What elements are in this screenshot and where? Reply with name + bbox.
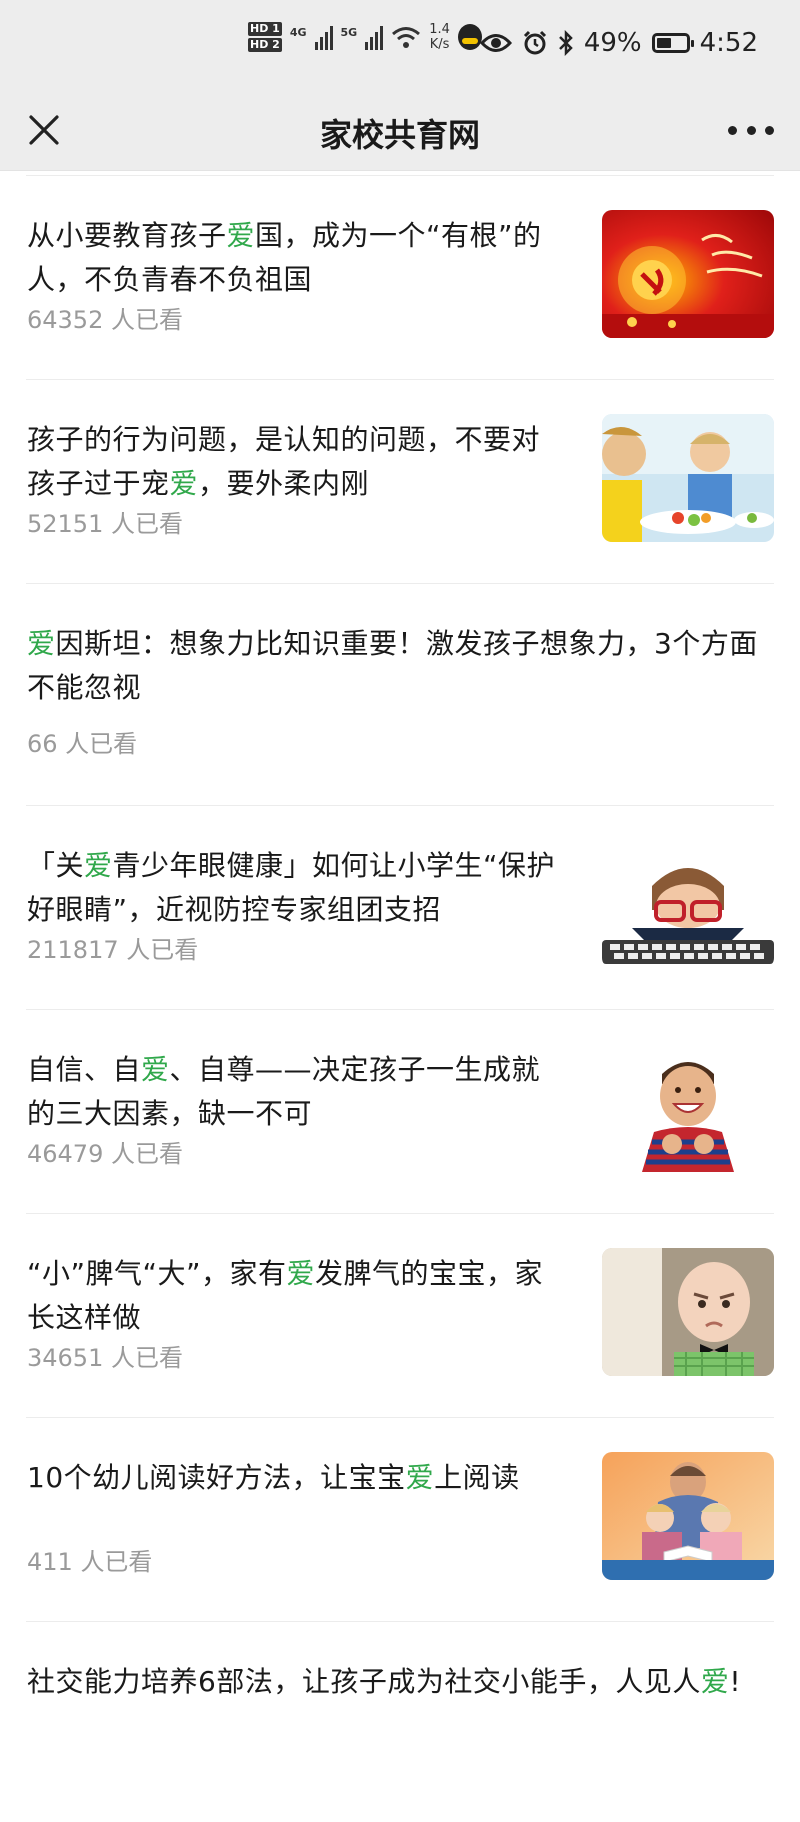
article-item[interactable]: 「关爱青少年眼健康」如何让小学生“保护好眼睛”，近视防控专家组团支招 21181…: [26, 806, 774, 1010]
battery-percent: 49%: [583, 28, 642, 58]
article-item[interactable]: 从小要教育孩子爱国，成为一个“有根”的人，不负青春不负祖国 64352 人已看: [26, 176, 774, 380]
status-left: HD 1 HD 2 4G 5G 1.4 K/s: [248, 22, 482, 52]
status-right: 49% 4:52: [479, 28, 758, 58]
keyword-highlight: 爱: [27, 627, 56, 660]
article-item[interactable]: 自信、自爱、自尊——决定孩子一生成就的三大因素，缺一不可 46479 人已看: [26, 1010, 774, 1214]
article-title: 自信、自爱、自尊——决定孩子一生成就的三大因素，缺一不可: [27, 1053, 541, 1130]
article-title: 「关爱青少年眼健康」如何让小学生“保护好眼睛”，近视防控专家组团支招: [27, 849, 556, 926]
article-title: 从小要教育孩子爱国，成为一个“有根”的人，不负青春不负祖国: [27, 219, 542, 296]
keyword-highlight: 爱: [141, 1053, 170, 1086]
article-item[interactable]: 10个幼儿阅读好方法，让宝宝爱上阅读 411 人已看: [26, 1418, 774, 1622]
wifi-icon: [392, 27, 421, 48]
bluetooth-icon: [558, 30, 573, 56]
network-speed: 1.4 K/s: [429, 22, 450, 52]
thumbnail-smiling-boy: [602, 1044, 774, 1172]
status-bar: HD 1 HD 2 4G 5G 1.4 K/s 49% 4:52: [0, 0, 800, 90]
hd2-badge: HD 2: [248, 38, 282, 52]
view-count: 46479 人已看: [27, 1140, 183, 1168]
keyword-highlight: 爱: [226, 219, 256, 252]
view-count: 64352 人已看: [27, 306, 183, 334]
network-type-1: 4G: [289, 26, 307, 39]
signal-1-icon: [314, 24, 333, 50]
article-title: 10个幼儿阅读好方法，让宝宝爱上阅读: [27, 1461, 520, 1494]
view-count: 211817 人已看: [27, 936, 199, 964]
status-time: 4:52: [699, 28, 758, 58]
more-options-icon[interactable]: [728, 118, 774, 142]
qq-penguin-icon: [457, 24, 482, 50]
thumbnail-father-reading: [602, 1452, 774, 1580]
view-count: 52151 人已看: [27, 510, 183, 538]
keyword-highlight: 爱: [169, 467, 199, 500]
signal-2-icon: [365, 24, 384, 50]
view-count: 34651 人已看: [27, 1344, 183, 1372]
page-title: 家校共育网: [319, 116, 480, 154]
thumbnail-red-banner: [602, 210, 774, 338]
battery-icon: [651, 33, 694, 53]
thumbnail-angry-baby: [602, 1248, 774, 1376]
alarm-icon: [523, 30, 546, 55]
hd-indicator: HD 1 HD 2: [248, 22, 282, 52]
keyword-highlight: 爱: [84, 849, 113, 882]
eye-icon: [479, 34, 512, 52]
speed-unit: K/s: [429, 37, 450, 52]
keyword-highlight: 爱: [286, 1257, 316, 1290]
article-item[interactable]: 社交能力培养6部法，让孩子成为社交小能手，人见人爱!: [26, 1622, 774, 1822]
network-type-2: 5G: [340, 26, 358, 39]
keyword-highlight: 爱: [405, 1461, 435, 1494]
article-list: 从小要教育孩子爱国，成为一个“有根”的人，不负青春不负祖国 64352 人已看 …: [0, 171, 800, 1822]
article-title: 孩子的行为问题，是认知的问题，不要对孩子过于宠爱，要外柔内刚: [27, 423, 541, 500]
thumbnail-children-eating: [602, 414, 774, 542]
nav-bar: 家校共育网: [0, 90, 800, 171]
article-item[interactable]: “小”脾气“大”，家有爱发脾气的宝宝，家长这样做 34651 人已看: [26, 1214, 774, 1418]
article-item[interactable]: 爱因斯坦：想象力比知识重要！激发孩子想象力，3个方面不能忽视 66 人已看: [26, 584, 774, 806]
speed-value: 1.4: [429, 22, 450, 37]
article-item[interactable]: 孩子的行为问题，是认知的问题，不要对孩子过于宠爱，要外柔内刚 52151 人已看: [26, 380, 774, 584]
thumbnail-child-glasses: [602, 840, 774, 968]
article-title: 社交能力培养6部法，让孩子成为社交小能手，人见人爱!: [27, 1665, 742, 1698]
article-title: “小”脾气“大”，家有爱发脾气的宝宝，家长这样做: [27, 1257, 544, 1334]
keyword-highlight: 爱: [700, 1665, 730, 1698]
view-count: 411 人已看: [27, 1548, 153, 1576]
hd1-badge: HD 1: [248, 22, 282, 36]
article-title: 爱因斯坦：想象力比知识重要！激发孩子想象力，3个方面不能忽视: [27, 627, 758, 704]
view-count: 66 人已看: [27, 730, 138, 758]
